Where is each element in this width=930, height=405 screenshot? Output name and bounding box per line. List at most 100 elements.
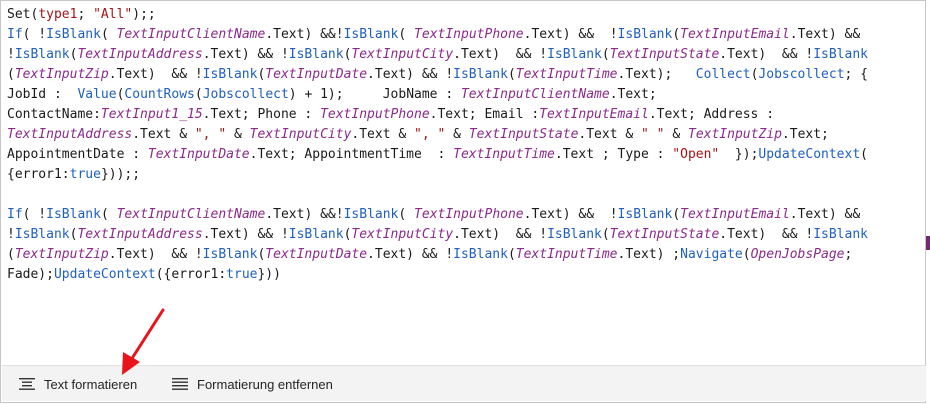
code-token: .Text) &&!: [265, 207, 344, 222]
code-token: .Text; Phone :: [202, 107, 321, 122]
code-line: Set(type1; "All");;: [7, 5, 919, 25]
code-token: .Text; Address :: [648, 107, 775, 122]
code-line: If( !IsBlank( TextInputClientName.Text) …: [7, 25, 919, 45]
code-token: If: [7, 207, 23, 222]
code-token: .Text &: [351, 127, 415, 142]
code-token: IsBlank: [813, 227, 868, 242]
code-token: IsBlank: [547, 47, 602, 62]
formula-code[interactable]: Set(type1; "All");; If( !IsBlank( TextInp…: [7, 5, 919, 285]
code-token: ( !: [22, 207, 47, 222]
formula-editor[interactable]: Set(type1; "All");; If( !IsBlank( TextInp…: [0, 0, 926, 403]
code-token: .Text) && !: [719, 47, 814, 62]
code-line: !IsBlank(TextInputAddress.Text) && !IsBl…: [7, 225, 919, 245]
code-token: TextInputState: [609, 227, 720, 242]
code-token: (: [194, 87, 203, 102]
code-token: IsBlank: [617, 207, 673, 222]
formula-toolbar: Text formatieren Formatierung entfernen: [2, 365, 926, 401]
code-token: TextInputAddress: [77, 47, 203, 62]
code-token: }));;: [100, 167, 141, 182]
code-token: (: [7, 67, 15, 82]
code-token: Jobscollect: [758, 67, 845, 82]
remove-formatting-icon: [172, 378, 188, 390]
code-line: (TextInputZip.Text) && !IsBlank(TextInpu…: [7, 65, 919, 85]
code-token: (: [672, 207, 681, 222]
code-token: .Text) && !: [523, 207, 618, 222]
code-token: (: [507, 247, 516, 262]
code-token: TextInputTime: [515, 67, 618, 82]
code-token: IsBlank: [288, 227, 344, 242]
code-token: .Text);: [617, 67, 696, 82]
code-token: (: [742, 247, 751, 262]
code-token: IsBlank: [547, 227, 602, 242]
code-token: !: [7, 227, 15, 242]
code-token: IsBlank: [453, 67, 508, 82]
code-token: (: [507, 67, 516, 82]
code-token: TextInputEmail: [680, 27, 790, 42]
code-token: .Text) &&!: [265, 27, 344, 42]
code-line: TextInputAddress.Text & ", " & TextInput…: [7, 125, 919, 145]
code-token: TextInputClientName: [116, 27, 266, 42]
code-token: TextInputState: [468, 127, 579, 142]
code-token: ;: [77, 7, 94, 22]
code-token: .Text) && !: [719, 227, 814, 242]
code-token: .Text) && !: [108, 67, 203, 82]
code-line: If( !IsBlank( TextInputClientName.Text) …: [7, 205, 919, 225]
code-token: TextInputPhone: [320, 107, 430, 122]
code-token: &: [445, 127, 469, 142]
code-token: .Text; AppointmentTime :: [249, 147, 454, 162]
code-token: TextInputDate: [265, 67, 368, 82]
code-token: .Text) && !: [523, 27, 618, 42]
code-token: Value: [77, 87, 117, 102]
code-token: .Text) && !: [453, 47, 548, 62]
code-token: true: [69, 167, 101, 182]
code-token: TextInputPhone: [414, 27, 524, 42]
code-line: {error1:true}));;: [7, 165, 919, 185]
code-token: "All": [93, 7, 133, 22]
code-token: IsBlank: [46, 207, 101, 222]
code-token: TextInputTime: [453, 147, 555, 162]
code-token: .Text) && !: [108, 247, 203, 262]
code-line: ContactName:TextInput1_15.Text; Phone : …: [7, 105, 919, 125]
code-line: !IsBlank(TextInputAddress.Text) && !IsBl…: [7, 45, 919, 65]
code-token: (: [100, 27, 117, 42]
code-token: );;: [132, 7, 156, 22]
code-line: Fade);UpdateContext({error1:true})): [7, 265, 919, 285]
code-token: (: [672, 27, 681, 42]
code-line: JobId : Value(CountRows(Jobscollect) + 1…: [7, 85, 919, 105]
code-token: (: [398, 207, 415, 222]
code-token: UpdateContext: [758, 147, 861, 162]
code-token: ( !: [22, 27, 47, 42]
code-token: IsBlank: [343, 207, 399, 222]
code-token: IsBlank: [14, 227, 70, 242]
code-token: (: [100, 207, 117, 222]
code-token: ContactName:: [7, 107, 101, 122]
code-token: (: [860, 147, 868, 162]
code-token: CountRows: [124, 87, 195, 102]
code-token: TextInputCity: [249, 127, 352, 142]
code-token: TextInputDate: [147, 147, 250, 162]
code-token: .Text; Email :: [429, 107, 540, 122]
side-marker: [926, 236, 930, 250]
code-token: TextInputCity: [351, 227, 454, 242]
code-token: Set(: [7, 7, 39, 22]
remove-formatting-button[interactable]: Formatierung entfernen: [172, 366, 333, 402]
code-token: .Text;: [781, 127, 829, 142]
code-token: AppointmentDate :: [7, 147, 148, 162]
code-token: .Text) && !: [367, 247, 454, 262]
code-token: !: [7, 47, 15, 62]
code-token: TextInputAddress: [7, 127, 133, 142]
format-text-button[interactable]: Text formatieren: [19, 366, 137, 402]
code-token: .Text) && !: [202, 47, 289, 62]
code-token: " ": [641, 127, 665, 142]
code-token: .Text) &&: [789, 207, 861, 222]
code-token: {error1:: [7, 167, 70, 182]
code-token: TextInputCity: [351, 47, 454, 62]
code-token: TextInputClientName: [116, 207, 266, 222]
code-token: TextInputEmail: [680, 207, 790, 222]
code-token: type1: [38, 7, 78, 22]
code-token: IsBlank: [288, 47, 344, 62]
code-token: TextInput1_15: [100, 107, 203, 122]
code-token: If: [7, 27, 23, 42]
remove-formatting-label: Formatierung entfernen: [197, 376, 333, 392]
